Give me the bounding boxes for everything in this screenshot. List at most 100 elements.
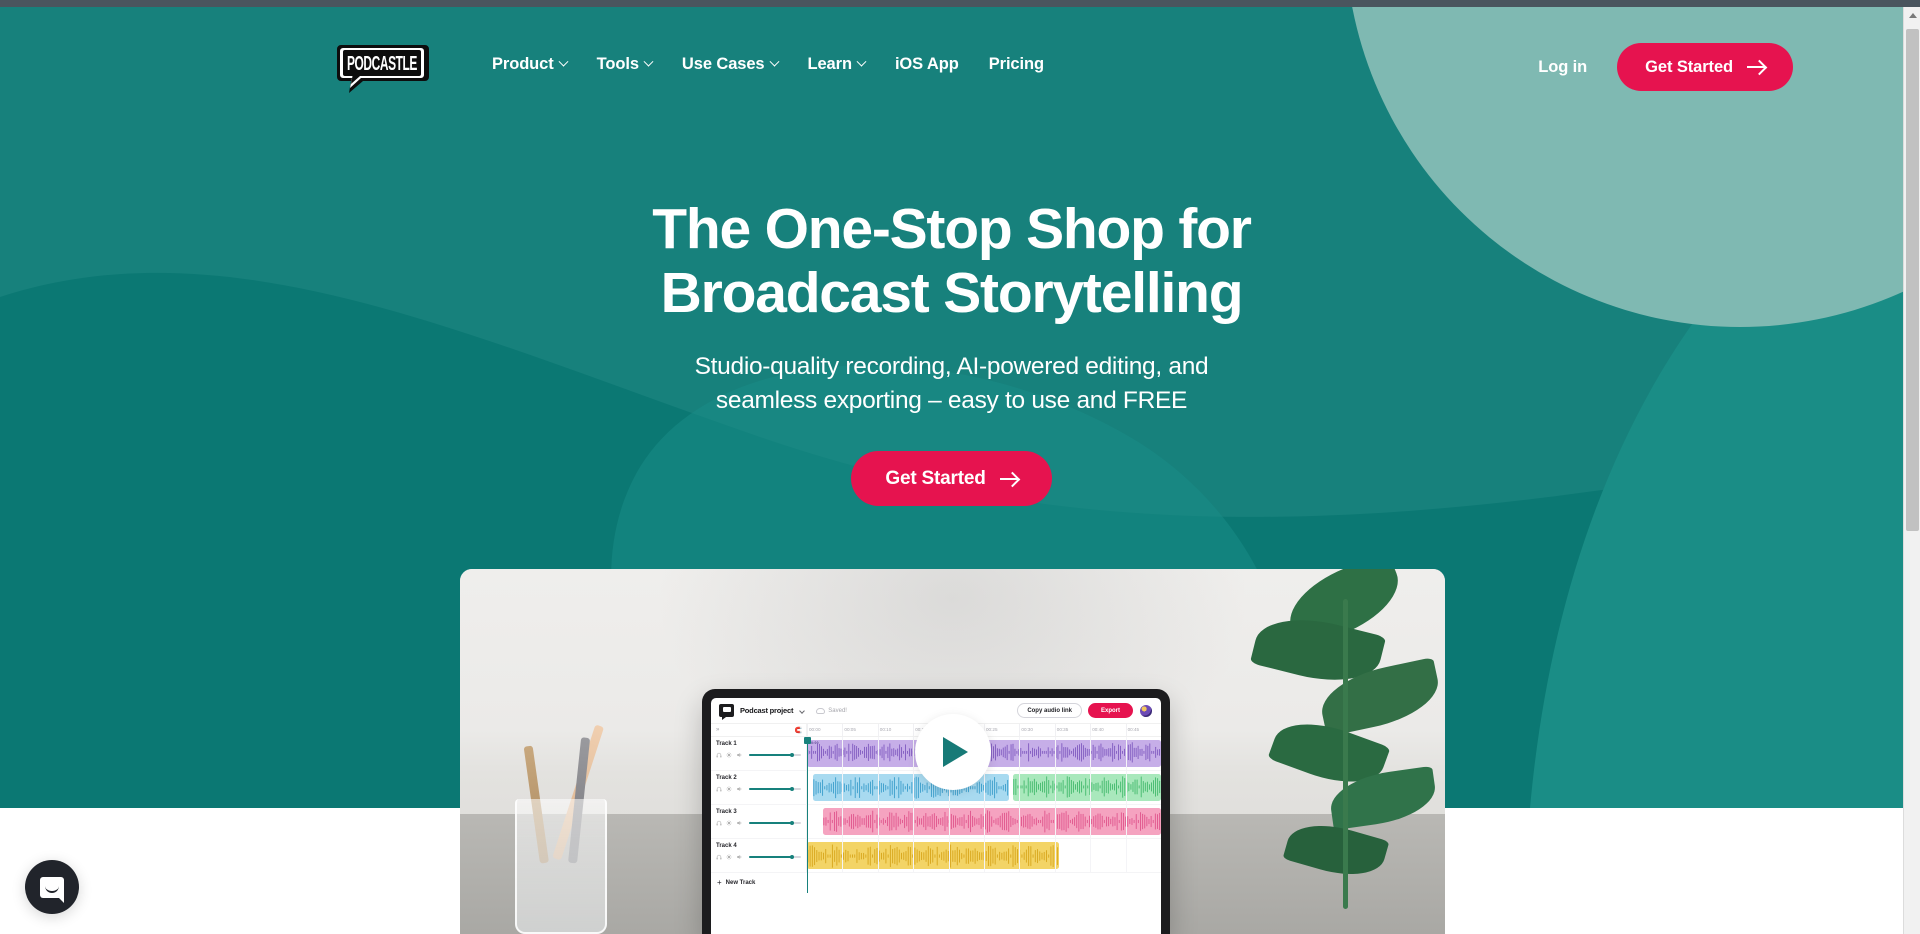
get-started-button-hero[interactable]: Get Started [851,451,1052,507]
nav-item-label: iOS App [894,55,959,73]
chevron-down-icon [643,56,654,67]
lane-gridline [1125,737,1127,770]
audio-clip[interactable] [823,808,1161,835]
lane-gridline [913,805,915,838]
lane-gridline [913,771,915,804]
nav-item-pricing[interactable]: Pricing [989,55,1044,74]
lane-gridline [842,771,844,804]
nav-item-product[interactable]: Product [492,55,569,74]
page-scrollbar[interactable] [1903,7,1920,934]
hero-copy: The One-Stop Shop for Broadcast Storytel… [0,197,1903,507]
lane-gridline [1019,805,1021,838]
lane-gridline [1019,737,1021,770]
solo-star-icon[interactable] [726,786,732,792]
project-name[interactable]: Podcast project [740,706,793,715]
lane-gridline [842,839,844,872]
new-track-label: New Track [725,880,756,886]
chat-bubble-icon [40,876,64,903]
headphones-icon[interactable] [716,752,722,758]
headphones-icon[interactable] [716,854,722,860]
export-button[interactable]: Export [1087,703,1133,718]
volume-slider[interactable] [749,752,801,758]
lane-gridline [877,737,879,770]
get-started-button-nav[interactable]: Get Started [1617,43,1793,91]
copy-audio-link-button[interactable]: Copy audio link [1017,703,1082,718]
lane-gridline [1054,737,1056,770]
track-controls [716,854,801,860]
track-name: Track 3 [716,809,737,815]
lane-gridline [1090,737,1092,770]
track-header: Track 1 [711,737,807,770]
intercom-launcher-button[interactable] [25,860,79,914]
volume-icon[interactable] [736,752,742,758]
editor-actions: Copy audio link Export [1017,703,1153,718]
save-status-label: Saved! [828,707,847,714]
ruler-tick-label: 00:05 [844,727,856,732]
waveform [823,810,1161,833]
nav-item-label: Use Cases [681,55,765,73]
podcastle-logo-icon: PODCASTLE [337,45,429,93]
new-track-button[interactable]: + New Track [711,873,1161,893]
ruler-tick-label: 00:30 [1021,727,1033,732]
chevron-down-icon [769,56,779,67]
editor-logo-icon[interactable] [719,704,734,720]
ruler-tick [913,724,915,736]
solo-star-icon[interactable] [726,854,732,860]
table-row[interactable]: Track 3 [711,805,1161,839]
headphones-icon[interactable] [716,820,722,826]
scroll-up-arrow-icon[interactable] [1904,7,1920,24]
arrow-right-icon [999,477,1018,480]
play-video-button[interactable] [914,713,991,790]
hero-headline: The One-Stop Shop for Broadcast Storytel… [652,197,1252,326]
solo-star-icon[interactable] [726,820,732,826]
nav-item-tools[interactable]: Tools [597,55,654,74]
audio-clip[interactable] [1013,774,1161,801]
lane-gridline [842,805,844,838]
snap-magnet-icon[interactable]: 🧲 [795,727,802,734]
track-lane[interactable] [807,839,1161,872]
scrollbar-thumb[interactable] [1906,29,1919,531]
podcastle-logo[interactable]: PODCASTLE [333,43,431,95]
chevron-down-icon[interactable] [799,707,806,714]
get-started-label: Get Started [1645,57,1733,76]
volume-slider[interactable] [749,786,801,792]
ruler-tick [842,724,844,736]
track-lane[interactable] [807,771,1161,804]
volume-icon[interactable] [736,786,742,792]
table-row[interactable]: Track 4 [711,839,1161,873]
nav-item-learn[interactable]: Learn [808,55,867,74]
login-link[interactable]: Log in [1530,58,1595,77]
track-lane[interactable] [807,805,1161,838]
ruler-tick [877,724,879,736]
ruler-tick-label: 00:10 [879,727,892,732]
volume-icon[interactable] [736,854,742,860]
solo-star-icon[interactable] [726,752,732,758]
track-controls [716,752,801,758]
lane-gridline [1019,839,1021,872]
audio-clip[interactable] [807,842,1059,869]
volume-icon[interactable] [736,820,742,826]
avatar[interactable] [1139,703,1153,718]
hero-product-media[interactable]: Podcast project Saved! Copy audio link E… [460,569,1445,934]
ruler-tick-label: 00:40 [1092,727,1104,732]
headphones-icon[interactable] [716,786,722,792]
playhead[interactable] [804,737,811,893]
cloud-icon [816,707,826,714]
nav-item-ios-app[interactable]: iOS App [895,55,959,74]
track-controls [716,786,801,792]
lane-gridline [877,771,879,804]
lane-gridline [984,805,985,838]
track-name: Track 2 [716,775,737,781]
hero-cta-wrapper: Get Started [0,451,1903,507]
ruler-tick [807,724,808,736]
nav-item-label: Product [492,55,554,73]
arrow-right-icon [1747,66,1765,68]
save-status: Saved! [816,707,847,714]
volume-slider[interactable] [749,820,801,826]
nav-item-use-cases[interactable]: Use Cases [681,55,779,74]
nav-links: Product Tools Use Cases Learn iOS App Pr… [492,55,1044,74]
lane-gridline [1054,771,1056,804]
volume-slider[interactable] [749,854,801,860]
collapse-panel-icon[interactable]: » [716,727,719,733]
page-viewport: PODCASTLE Product Tools Use Cases Learn … [0,7,1903,934]
